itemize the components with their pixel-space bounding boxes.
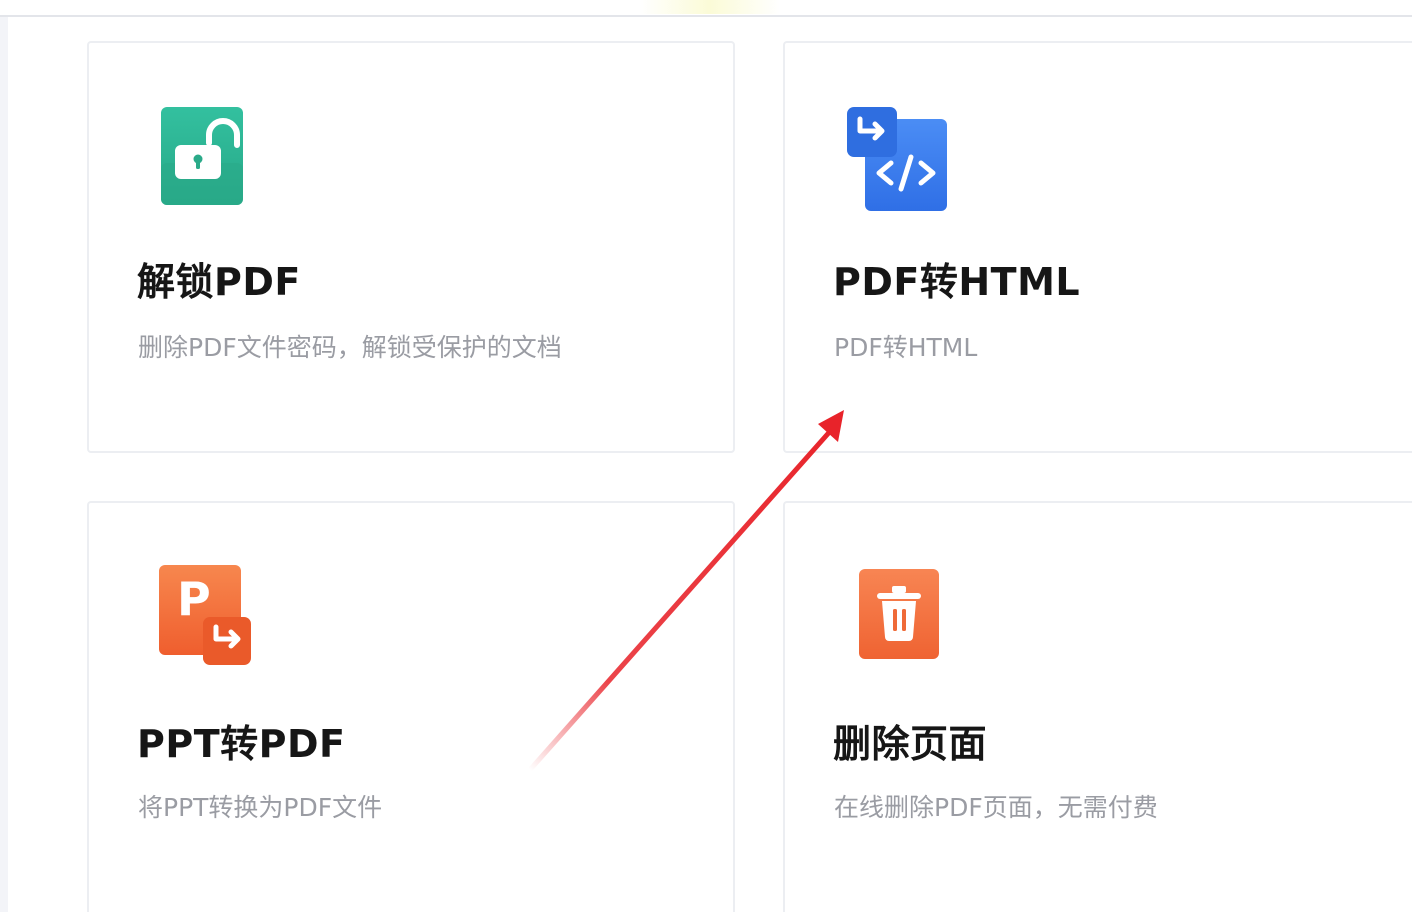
card-description: 在线删除PDF页面，无需付费 <box>834 793 1158 822</box>
header-divider <box>0 15 1412 17</box>
card-description: PDF转HTML <box>834 333 978 362</box>
tool-card-delete-pages[interactable]: 删除页面 在线删除PDF页面，无需付费 <box>783 501 1412 912</box>
card-title: PPT转PDF <box>137 722 346 766</box>
code-convert-icon <box>843 105 947 213</box>
top-highlight <box>640 0 780 14</box>
card-description: 将PPT转换为PDF文件 <box>138 793 383 822</box>
ppt-convert-icon: P <box>157 563 257 671</box>
card-description: 删除PDF文件密码，解锁受保护的文档 <box>138 333 562 362</box>
tool-card-ppt-to-pdf[interactable]: P PPT转PDF 将PPT转换为PDF文件 <box>87 501 735 912</box>
tools-page: 解锁PDF 删除PDF文件密码，解锁受保护的文档 PDF转HTML PDF转HT… <box>0 0 1412 912</box>
tool-card-unlock-pdf[interactable]: 解锁PDF 删除PDF文件密码，解锁受保护的文档 <box>87 41 735 453</box>
trash-icon <box>857 567 957 675</box>
svg-text:P: P <box>177 572 211 626</box>
card-title: PDF转HTML <box>833 260 1081 304</box>
unlock-icon <box>157 105 257 213</box>
tool-card-pdf-to-html[interactable]: PDF转HTML PDF转HTML <box>783 41 1412 453</box>
card-title: 解锁PDF <box>137 260 301 304</box>
card-title: 删除页面 <box>833 722 988 766</box>
left-edge-strip <box>0 17 8 912</box>
